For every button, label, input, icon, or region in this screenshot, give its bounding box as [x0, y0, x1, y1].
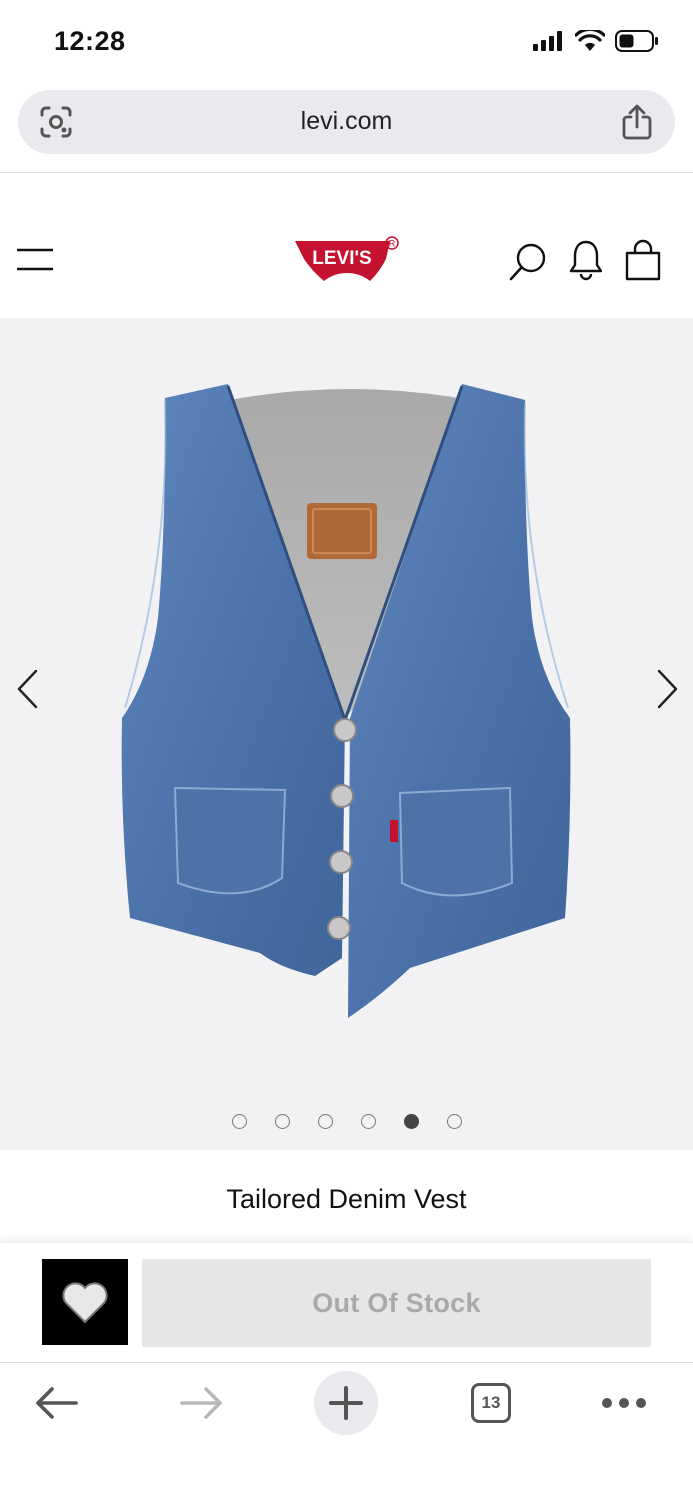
plus-icon — [329, 1386, 363, 1420]
arrow-left-icon — [36, 1387, 78, 1419]
more-horizontal-icon — [602, 1398, 646, 1408]
levis-logo[interactable]: LEVI'S R — [292, 235, 402, 292]
chevron-left-icon[interactable] — [14, 668, 42, 710]
gallery-pagination[interactable] — [0, 1114, 693, 1129]
share-icon[interactable] — [621, 103, 653, 141]
browser-toolbar: 13 — [0, 1362, 693, 1500]
levis-logo-batwing: LEVI'S R — [295, 236, 399, 281]
shopping-bag-icon[interactable] — [624, 239, 662, 281]
denim-vest-image — [121, 384, 571, 1018]
tab-count: 13 — [471, 1383, 511, 1423]
site-header: LEVI'S R — [0, 173, 693, 318]
gallery-dot[interactable] — [274, 1114, 290, 1129]
gallery-dot[interactable] — [360, 1114, 376, 1129]
new-tab-button[interactable] — [314, 1371, 378, 1435]
status-icons — [533, 30, 659, 52]
logo-text: LEVI'S — [312, 248, 371, 269]
product-gallery[interactable] — [0, 318, 693, 1150]
wishlist-button[interactable] — [42, 1259, 128, 1345]
forward-button[interactable] — [176, 1371, 228, 1435]
gallery-dot[interactable] — [403, 1114, 419, 1129]
product-action-bar: Out Of Stock — [0, 1242, 693, 1362]
tab-switcher-button[interactable]: 13 — [466, 1371, 516, 1435]
wifi-icon — [575, 30, 605, 51]
battery-icon — [615, 30, 658, 52]
status-time: 12:28 — [54, 26, 126, 56]
back-button[interactable] — [30, 1371, 82, 1435]
gallery-dot[interactable] — [446, 1114, 462, 1129]
heart-icon — [62, 1282, 108, 1324]
hamburger-menu-icon[interactable] — [16, 247, 54, 273]
chevron-right-icon[interactable] — [653, 668, 681, 710]
gallery-dot[interactable] — [231, 1114, 247, 1129]
arrow-right-icon — [180, 1387, 222, 1419]
bell-icon[interactable] — [568, 239, 604, 281]
search-icon[interactable] — [508, 241, 548, 283]
more-options-button[interactable] — [598, 1371, 650, 1435]
url-bar[interactable]: levi.com — [18, 90, 675, 154]
product-title: Tailored Denim Vest — [226, 1184, 467, 1214]
signal-icon — [533, 31, 562, 51]
status-bar: 12:28 — [0, 0, 693, 88]
gallery-dot[interactable] — [317, 1114, 333, 1129]
out-of-stock-button[interactable]: Out Of Stock — [142, 1259, 651, 1347]
svg-text:R: R — [389, 239, 396, 249]
url-text[interactable]: levi.com — [18, 107, 675, 136]
